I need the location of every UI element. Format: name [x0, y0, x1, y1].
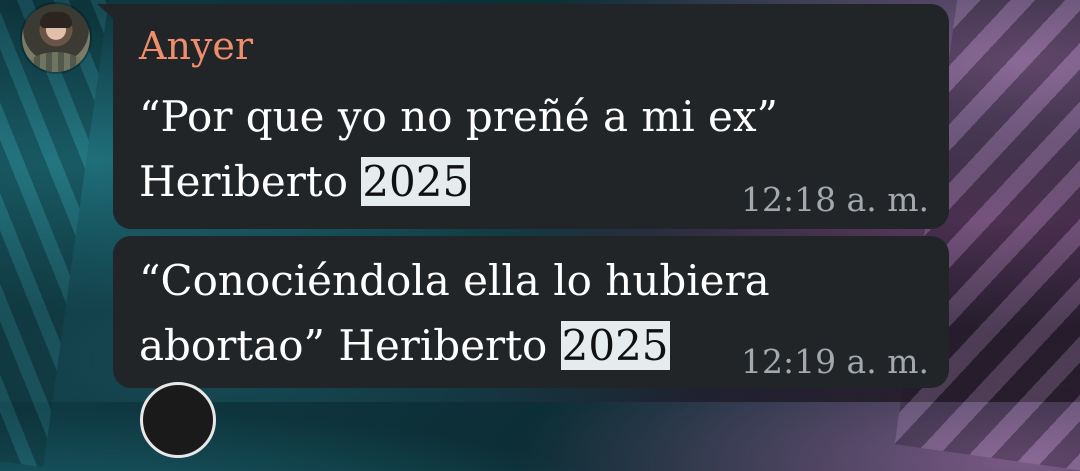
message-bubble[interactable]: Anyer “Por que yo no preñé a mi ex” Herib…	[113, 4, 949, 229]
message-line: Heriberto	[139, 157, 362, 206]
avatar-hair	[40, 12, 72, 28]
message-text: “Conociéndola ella lo hubiera abortao” He…	[139, 248, 770, 378]
message-text: “Por que yo no preñé a mi ex” Heriberto 2…	[139, 84, 778, 214]
search-highlight: 2025	[361, 157, 471, 206]
avatar-shirt	[28, 52, 84, 72]
search-highlight: 2025	[560, 321, 670, 370]
message-line: abortao” Heriberto	[139, 321, 561, 370]
message-line: “Conociéndola ella lo hubiera	[139, 256, 770, 305]
message-timestamp: 12:18 a. m.	[740, 180, 929, 219]
next-sender-avatar[interactable]	[140, 382, 216, 458]
message-timestamp: 12:19 a. m.	[740, 342, 929, 381]
sender-name[interactable]: Anyer	[139, 22, 253, 70]
message-line: “Por que yo no preñé a mi ex”	[139, 92, 779, 141]
message-bubble[interactable]: “Conociéndola ella lo hubiera abortao” He…	[113, 236, 949, 388]
sender-avatar[interactable]	[22, 4, 90, 72]
